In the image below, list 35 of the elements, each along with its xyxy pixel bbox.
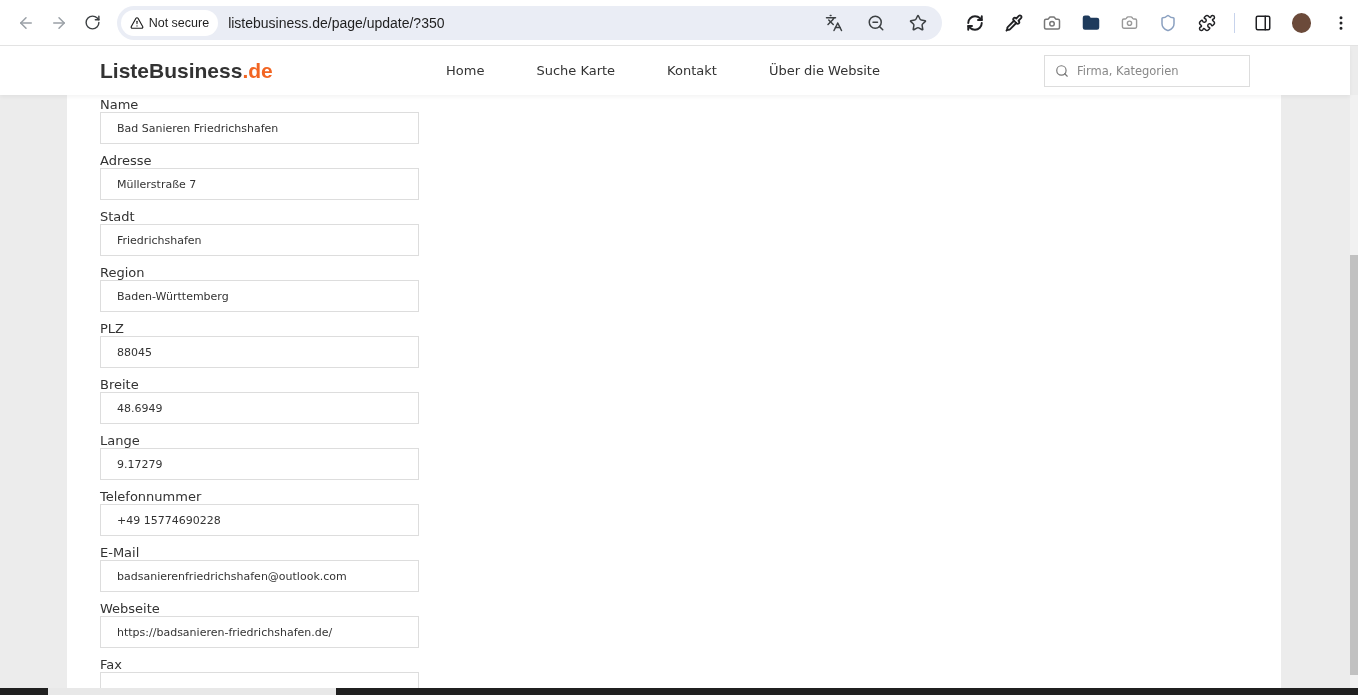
nav-link[interactable]: Über die Website [768,63,880,78]
input-field[interactable]: 88045 [100,336,419,368]
field-label: Webseite [100,601,161,616]
url-text: listebusiness.de/page/update/?350 [228,14,446,31]
field-label: Fax [100,657,123,672]
field-label: Stadt [100,209,136,224]
nav-link[interactable]: Home [446,63,485,78]
warning-icon [129,15,144,30]
field-label: Telefonnummer [100,489,203,504]
field-label: PLZ [100,321,125,336]
reload-icon [83,14,101,31]
field-label: Region [100,265,146,280]
input-field[interactable]: 9.17279 [100,448,419,480]
input-field[interactable]: Friedrichshafen [100,224,419,256]
input-field[interactable]: Müllerstraße 7 [100,168,419,200]
field-label: Breite [100,377,140,392]
input-field[interactable]: badsanierenfriedrichshafen@outlook.com [100,560,419,592]
scrollbar[interactable] [1350,95,1358,688]
input-field[interactable]: 48.6949 [100,392,419,424]
input-field[interactable]: Bad Sanieren Friedrichshafen [100,112,419,144]
search-icon [1055,63,1069,78]
address-bar[interactable]: Not secure listebusiness.de/page/update/?350 [116,5,942,40]
input-field[interactable]: +49 15774690228 [100,504,419,536]
field-label: Lange [100,433,141,448]
avatar[interactable] [1292,12,1312,33]
security-chip[interactable]: Not secure [120,9,219,36]
input-field[interactable]: https://badsanieren-friedrichshafen.de/ [100,616,419,648]
logo[interactable]: ListeBusiness.de [100,58,446,83]
field-label: E-Mail [100,545,141,560]
field-label: Adresse [100,153,153,168]
search-field[interactable]: Firma, Kategorien [1044,54,1250,87]
field-label: Name [100,97,140,112]
input-field[interactable]: Baden-Württemberg [100,280,419,312]
nav-link[interactable]: Suche Karte [536,63,616,78]
nav-link[interactable]: Kontakt [667,63,717,78]
